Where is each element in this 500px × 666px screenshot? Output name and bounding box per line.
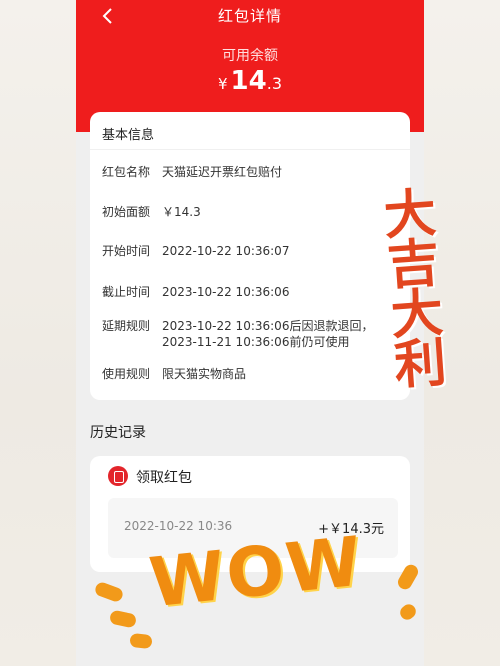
sticker-char: 利 xyxy=(392,332,449,397)
row-label: 使用规则 xyxy=(102,367,151,381)
row-value: 2023-10-22 10:36:06 xyxy=(162,285,290,299)
currency-symbol: ¥ xyxy=(218,75,228,93)
daji-sticker: 大 吉 大 利 xyxy=(372,182,459,412)
row-label: 开始时间 xyxy=(102,244,151,258)
row-label: 红包名称 xyxy=(102,165,151,179)
background-left xyxy=(0,0,76,666)
basic-info-title: 基本信息 xyxy=(102,128,155,143)
basic-info-card: 基本信息 红包名称 天猫延迟开票红包赔付 初始面额 ￥14.3 开始时间 202… xyxy=(90,112,410,400)
divider xyxy=(90,149,410,150)
page-title: 红包详情 xyxy=(217,7,282,25)
row-value: 2023-10-22 10:36:06后因退款退回， 2023-11-21 10… xyxy=(162,319,374,349)
record-time: 2022-10-22 10:36 xyxy=(124,519,233,533)
row-value: 天猫延迟开票红包赔付 xyxy=(162,165,283,179)
balance-decimal: .3 xyxy=(266,74,282,93)
red-envelope-icon xyxy=(108,466,128,486)
history-title: 历史记录 xyxy=(90,425,146,441)
row-label: 初始面额 xyxy=(102,205,151,219)
balance-integer: 14 xyxy=(230,66,267,96)
row-label: 截止时间 xyxy=(102,285,151,299)
sparkle-decoration xyxy=(129,632,153,650)
receive-label: 领取红包 xyxy=(136,470,192,486)
row-label: 延期规则 xyxy=(102,319,151,333)
row-value: 限天猫实物商品 xyxy=(162,367,247,381)
balance-amount: ¥14.3 xyxy=(76,66,424,96)
balance-label: 可用余额 xyxy=(222,48,278,64)
row-value: 2022-10-22 10:36:07 xyxy=(162,244,290,258)
row-value: ￥14.3 xyxy=(162,205,201,219)
